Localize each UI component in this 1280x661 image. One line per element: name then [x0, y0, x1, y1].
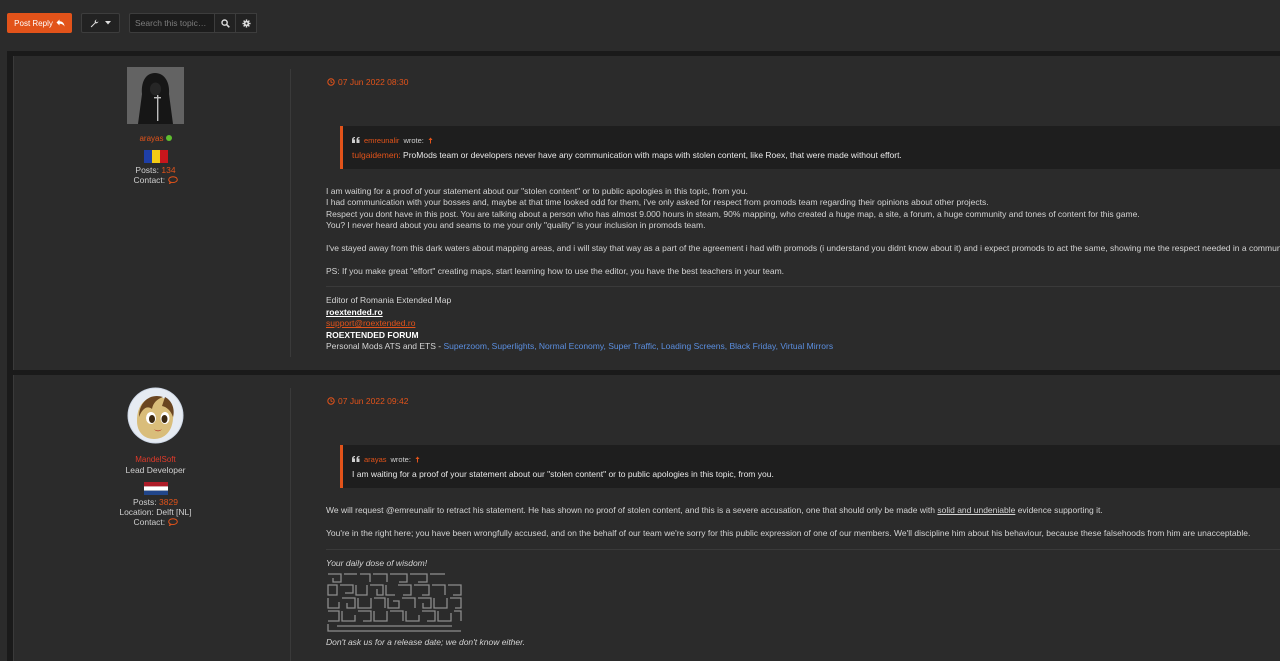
- quote-text: I am waiting for a proof of your stateme…: [352, 469, 774, 479]
- post-date[interactable]: 07 Jun 2022 08:30: [327, 77, 408, 87]
- contact-label: Contact:: [133, 517, 166, 527]
- search-topic-input[interactable]: [129, 13, 215, 33]
- avatar[interactable]: [127, 67, 184, 124]
- advanced-search-button[interactable]: [236, 13, 257, 33]
- quote-text-body: ProMods team or developers never have an…: [400, 150, 902, 160]
- post-paragraph: I've stayed away from this dark waters a…: [326, 243, 1280, 253]
- quote-author-link[interactable]: arayas: [364, 455, 387, 464]
- username-link[interactable]: arayas: [139, 134, 163, 143]
- username-link[interactable]: MandelSoft: [135, 455, 175, 464]
- paragraph-underlined: solid and undeniable: [937, 505, 1016, 515]
- mods-prefix: Personal Mods ATS and ETS -: [326, 341, 444, 351]
- mods-links[interactable]: Superzoom, Superlights, Normal Economy, …: [443, 341, 833, 351]
- reply-icon: [56, 19, 65, 27]
- quote-text: tulgaidemen: ProMods team or developers …: [352, 150, 1280, 160]
- post-paragraph: I had communication with your bosses and…: [326, 197, 989, 207]
- post-date-text: 07 Jun 2022 09:42: [338, 396, 409, 406]
- quote-header: arayas wrote:: [352, 455, 1280, 464]
- post-profile: MandelSoft Lead Developer Posts: 3829 Lo…: [14, 375, 297, 527]
- quote-header: emreunalir wrote:: [352, 136, 1280, 145]
- caret-down-icon: [105, 21, 111, 25]
- post-reply-label: Post Reply: [14, 18, 53, 28]
- paragraph-part: We will request @emreunalir to retract h…: [326, 505, 938, 515]
- signature-text: Editor of Romania Extended Map: [326, 295, 452, 305]
- topic-toolbar: Post Reply: [7, 13, 257, 33]
- signature-separator: [326, 549, 1280, 550]
- post-date-text: 07 Jun 2022 08:30: [338, 77, 409, 87]
- signature-release-text: Don't ask us for a release date; we don'…: [326, 637, 526, 647]
- clock-icon: [327, 397, 335, 405]
- mention-link[interactable]: tulgaidemen:: [352, 150, 401, 160]
- signature-email-link[interactable]: support@roextended.ro: [326, 318, 415, 329]
- arrow-up-icon[interactable]: [428, 137, 433, 144]
- post-profile: arayas Posts: 134 Contact:: [14, 56, 297, 185]
- email-link-text: support@roextended.ro: [326, 318, 416, 328]
- quote-block: emreunalir wrote: tulgaidemen: ProMods t…: [340, 126, 1280, 169]
- wrench-icon: [90, 19, 99, 27]
- post-paragraph: You're in the right here; you have been …: [326, 528, 1251, 538]
- quote-block: arayas wrote: I am waiting for a proof o…: [340, 445, 1280, 488]
- site-link-text: roextended.ro: [326, 307, 383, 317]
- profile-divider: [290, 69, 291, 357]
- quote-wrote-label: wrote:: [403, 136, 424, 145]
- post-paragraph: Respect you dont have in this post. You …: [326, 209, 1140, 219]
- post-reply-button[interactable]: Post Reply: [7, 13, 72, 33]
- quote-author-link[interactable]: emreunalir: [364, 136, 399, 145]
- user-rank: Lead Developer: [125, 465, 186, 475]
- flag-icon: [143, 150, 168, 163]
- chat-bubble-icon[interactable]: [167, 518, 178, 527]
- contact-label: Contact:: [133, 175, 166, 185]
- flag-icon: [143, 482, 168, 495]
- posts-count-link[interactable]: 3829: [159, 497, 178, 507]
- quote-wrote-label: wrote:: [390, 455, 411, 464]
- post-date[interactable]: 07 Jun 2022 09:42: [327, 396, 408, 406]
- paragraph-part: evidence supporting it.: [1015, 505, 1103, 515]
- post-paragraph: You? I never heard about you and seams t…: [326, 220, 706, 230]
- posts-count-link[interactable]: 134: [161, 165, 175, 175]
- search-button[interactable]: [215, 13, 236, 33]
- chat-bubble-icon[interactable]: [167, 176, 178, 185]
- signature-forum-link[interactable]: ROEXTENDED FORUM: [326, 330, 419, 341]
- topic-tools-button[interactable]: [81, 13, 120, 33]
- signature-separator: [326, 286, 1280, 287]
- avatar[interactable]: [127, 387, 184, 444]
- post-paragraph: PS: If you make great "effort" creating …: [326, 266, 785, 276]
- post: arayas Posts: 134 Contact: 07 Jun 2022 0…: [13, 56, 1280, 370]
- signature-site-link[interactable]: roextended.ro: [326, 307, 383, 318]
- arrow-up-icon[interactable]: [415, 456, 420, 463]
- forum-link-text: ROEXTENDED FORUM: [326, 330, 419, 340]
- ascii-art-banner: [327, 573, 462, 632]
- post-paragraph: We will request @emreunalir to retract h…: [326, 505, 1260, 516]
- post: MandelSoft Lead Developer Posts: 3829 Lo…: [13, 375, 1280, 661]
- quote-icon: [352, 137, 360, 143]
- posts-container: arayas Posts: 134 Contact: 07 Jun 2022 0…: [7, 51, 1280, 661]
- signature-mods: Personal Mods ATS and ETS - Superzoom, S…: [326, 341, 833, 352]
- quote-icon: [352, 456, 360, 462]
- location-label: Location:: [119, 507, 154, 517]
- posts-count-label: Posts:: [133, 497, 157, 507]
- online-status-icon: [165, 135, 172, 141]
- location-value: Delft [NL]: [156, 507, 192, 517]
- posts-count-label: Posts:: [135, 165, 160, 175]
- post-paragraph: I am waiting for a proof of your stateme…: [326, 186, 748, 196]
- signature-wisdom-text: Your daily dose of wisdom!: [326, 558, 428, 568]
- clock-icon: [327, 78, 335, 86]
- profile-divider: [290, 388, 291, 661]
- gear-icon: [241, 18, 251, 28]
- search-icon: [220, 18, 230, 28]
